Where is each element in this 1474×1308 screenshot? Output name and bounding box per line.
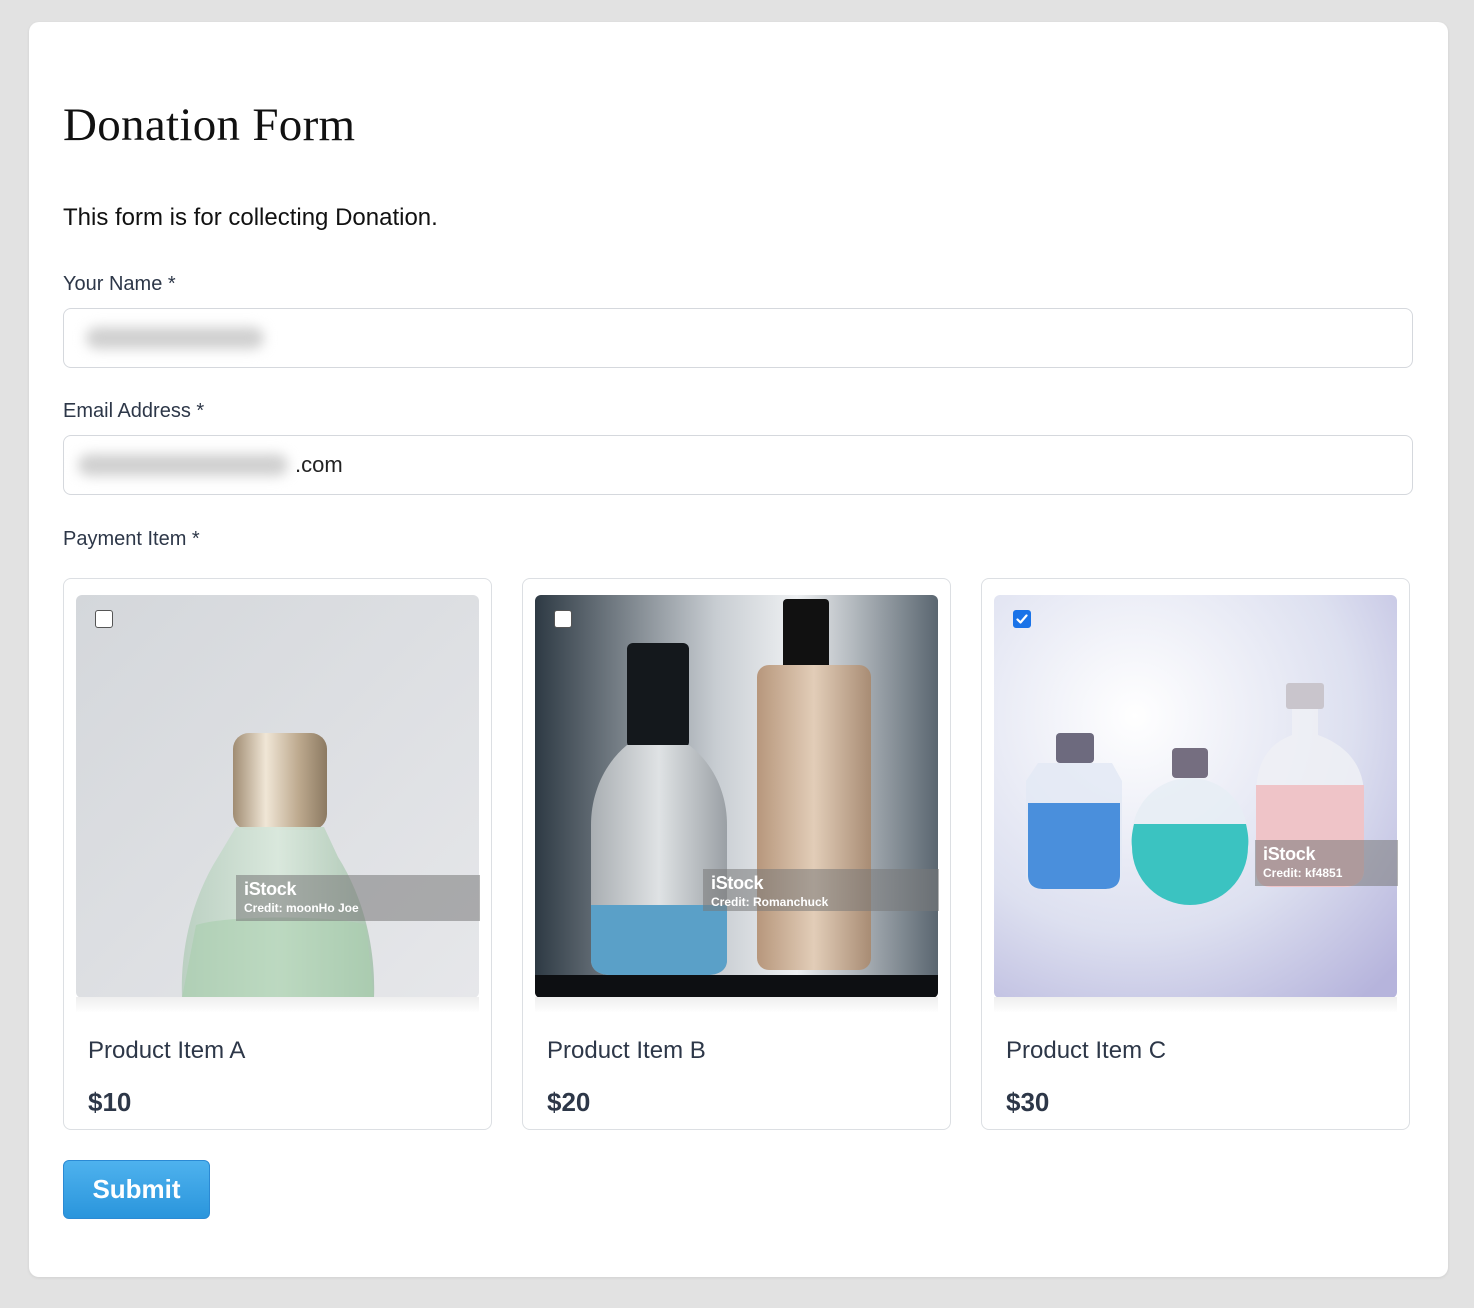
- email-suffix: .com: [295, 452, 343, 477]
- name-field[interactable]: [63, 308, 1413, 368]
- email-label: Email Address *: [63, 400, 205, 422]
- product-b-checkbox[interactable]: [554, 610, 572, 628]
- form-description: This form is for collecting Donation.: [63, 204, 438, 231]
- submit-button[interactable]: Submit: [63, 1160, 210, 1219]
- redacted-name: [86, 327, 264, 349]
- product-price-a: $10: [88, 1087, 132, 1117]
- product-image-c: [994, 595, 1397, 998]
- product-name-c: Product Item C: [1006, 1037, 1167, 1064]
- product-a-checkbox[interactable]: [95, 610, 113, 628]
- product-card-b[interactable]: iStock Credit: Romanchuck Product Item B…: [522, 578, 951, 1130]
- name-label: Your Name *: [63, 273, 176, 295]
- form-card: Donation Form This form is for collectin…: [29, 22, 1448, 1277]
- product-name-a: Product Item A: [88, 1037, 246, 1064]
- product-name-b: Product Item B: [547, 1037, 706, 1064]
- product-card-a[interactable]: iStock Credit: moonHo Joe Product Item A…: [63, 578, 492, 1130]
- page-title: Donation Form: [63, 99, 356, 151]
- checkmark-icon: [1016, 614, 1028, 624]
- watermark-a: iStock Credit: moonHo Joe: [236, 875, 480, 921]
- product-price-c: $30: [1006, 1087, 1050, 1117]
- watermark-b: iStock Credit: Romanchuck: [703, 869, 939, 911]
- product-image-b: [535, 595, 938, 998]
- product-price-b: $20: [547, 1087, 591, 1117]
- redacted-email: [78, 454, 288, 476]
- product-card-c[interactable]: iStock Credit: kf4851 Product Item C $30: [981, 578, 1410, 1130]
- email-field[interactable]: .com: [63, 435, 1413, 495]
- payment-label: Payment Item *: [63, 528, 200, 550]
- watermark-c: iStock Credit: kf4851: [1255, 840, 1398, 886]
- product-image-a: [76, 595, 479, 998]
- product-c-checkbox[interactable]: [1013, 610, 1031, 628]
